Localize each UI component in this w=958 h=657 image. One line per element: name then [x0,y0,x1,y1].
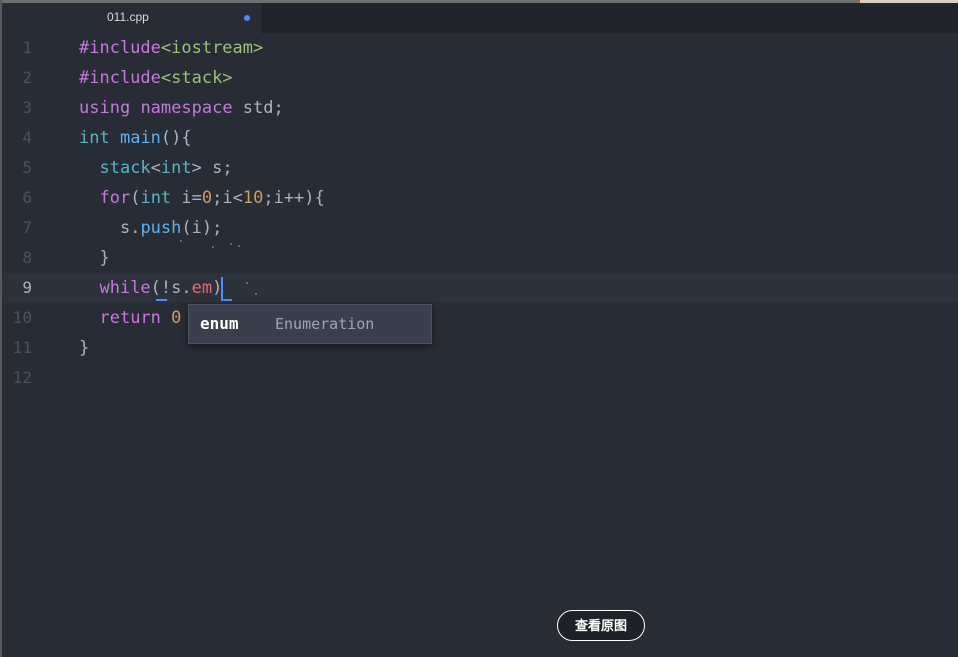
type-keyword: int [160,158,192,178]
code-line-4: int main(){ [79,123,192,153]
code-line-8: } [79,243,110,273]
code-line-3: using namespace std; [79,93,284,123]
line-number: 1 [22,38,32,57]
type-name: stack [99,158,151,178]
text-cursor [221,277,223,299]
function-name: main [119,128,161,148]
keyword: for [99,188,131,208]
closing-brace: } [79,338,90,358]
keyword: using [79,98,131,118]
punctuation: > [191,158,202,178]
namespace-name: std; [232,98,284,118]
include-header: <stack> [160,68,233,88]
tab-bar: 011.cpp [2,3,958,33]
method-name: push [140,218,182,238]
code-line-1: #include<iostream> [79,33,263,63]
preprocessor-directive: #include [79,68,161,88]
variable-decl: s; [201,158,233,178]
code-line-6: for(int i=0;i<10;i++){ [79,183,325,213]
code-line-11: } [79,333,89,363]
keyword: while [99,278,151,298]
autocomplete-suggestion[interactable]: enum [200,305,239,343]
preprocessor-directive: #include [79,38,161,58]
number-literal: 10 [242,188,264,208]
line-number: 2 [22,68,32,87]
autocomplete-description: Enumeration [275,315,375,333]
type-keyword: int [140,188,172,208]
object-ref: !s. [160,278,192,298]
open-paren: ( [150,278,161,298]
line-number: 10 [12,308,32,327]
typed-member: em [191,278,213,298]
tab-011-cpp[interactable]: 011.cpp [2,3,263,33]
line-number-gutter: 1 2 3 4 5 6 7 8 9 10 11 12 [2,33,62,657]
line-number: 4 [22,128,32,147]
type-keyword: int [79,128,110,148]
render-speck [255,293,257,295]
include-header: <iostream> [160,38,264,58]
editor-window: 011.cpp 1 2 3 4 5 6 7 8 9 10 11 12 #incl… [0,0,958,657]
closing-brace: } [99,248,110,268]
render-speck [246,282,248,284]
punctuation: < [150,158,161,178]
code-line-2: #include<stack> [79,63,233,93]
window-left-edge [0,0,2,657]
bracket-match-underline [156,299,167,301]
object-ref: s. [119,218,141,238]
render-speck [180,240,182,242]
punctuation: (){ [160,128,192,148]
line-number: 6 [22,188,32,207]
code-line-7: s.push(i); [79,213,222,243]
render-speck [238,245,240,247]
render-speck [212,246,214,248]
modified-dot-icon[interactable] [244,15,250,21]
code-line-10: return 0 [79,303,181,333]
punctuation: ;i++){ [263,188,325,208]
number-literal: 0 [201,188,213,208]
view-original-button[interactable]: 查看原图 [557,610,645,641]
punctuation: (i); [181,218,223,238]
punctuation: ( [130,188,141,208]
line-number: 3 [22,98,32,117]
autocomplete-popup[interactable]: enum Enumeration [188,304,432,344]
keyword: return [99,308,161,328]
line-number: 7 [22,218,32,237]
line-number: 12 [12,368,32,387]
code-editor[interactable]: 1 2 3 4 5 6 7 8 9 10 11 12 #include<iost… [2,33,958,657]
line-number: 8 [22,248,32,267]
line-number: 5 [22,158,32,177]
keyword: namespace [140,98,233,118]
line-number: 11 [12,338,32,357]
bracket-match-underline [221,299,232,301]
tab-title: 011.cpp [107,10,149,24]
number-literal: 0 [171,308,182,328]
punctuation: i= [171,188,202,208]
code-line-5: stack<int> s; [79,153,233,183]
render-speck [230,243,232,245]
code-line-9: while(!s.em) [79,273,222,303]
line-number-active: 9 [22,278,32,297]
punctuation: ;i< [212,188,243,208]
